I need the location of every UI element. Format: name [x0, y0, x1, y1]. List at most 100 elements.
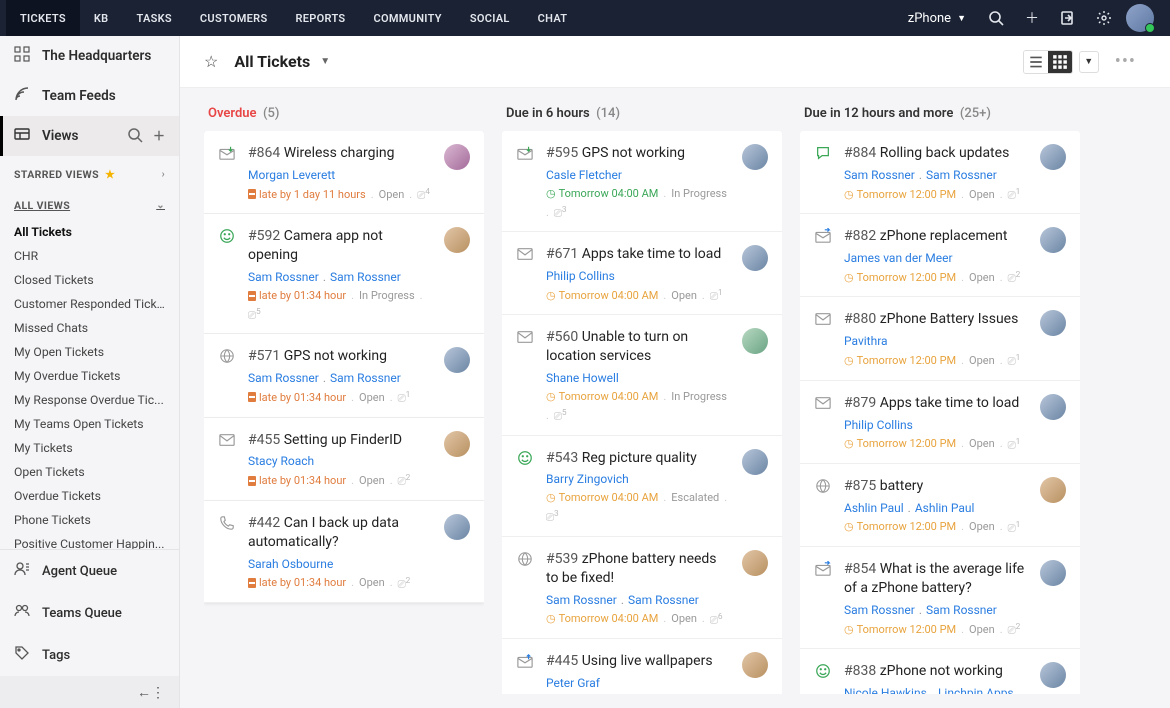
view-link[interactable]: My Overdue Tickets — [0, 364, 179, 388]
nav-tasks[interactable]: TASKS — [122, 0, 185, 36]
person-link[interactable]: Shane Howell — [546, 371, 619, 385]
ticket-card[interactable]: #442 Can I back up data automatically? S… — [204, 501, 484, 603]
assignee-avatar[interactable] — [1040, 394, 1066, 420]
view-options-dd[interactable]: ▼ — [1079, 51, 1099, 73]
person-link[interactable]: Barry Zingovich — [546, 472, 629, 486]
view-link[interactable]: Missed Chats — [0, 316, 179, 340]
view-title-dropdown[interactable]: All Tickets ▼ — [234, 52, 330, 71]
assignee-avatar[interactable] — [742, 245, 768, 271]
view-link[interactable]: Customer Responded Tick... — [0, 292, 179, 316]
person-link[interactable]: Ashlin Paul — [844, 501, 904, 515]
person-link[interactable]: Sam Rossner — [628, 593, 699, 607]
column-body[interactable]: #884 Rolling back updates Sam Rossner.Sa… — [800, 131, 1080, 694]
view-link[interactable]: Phone Tickets — [0, 508, 179, 532]
starred-views-header[interactable]: STARRED VIEWS ★ › — [0, 156, 179, 187]
view-link[interactable]: My Open Tickets — [0, 340, 179, 364]
person-link[interactable]: Stacy Roach — [248, 454, 314, 468]
person-link[interactable]: Philip Collins — [844, 418, 913, 432]
nav-social[interactable]: SOCIAL — [456, 0, 524, 36]
assignee-avatar[interactable] — [444, 144, 470, 170]
view-link[interactable]: My Response Overdue Tic... — [0, 388, 179, 412]
ticket-card[interactable]: #864 Wireless charging Morgan Leverett l… — [204, 131, 484, 214]
sidebar-headquarters[interactable]: The Headquarters — [0, 36, 179, 76]
person-link[interactable]: Sam Rossner — [546, 593, 617, 607]
person-link[interactable]: Morgan Leverett — [248, 168, 335, 182]
all-views-header[interactable]: ALL VIEWS ⌄ — [0, 187, 179, 218]
sidebar-agent-queue[interactable]: Agent Queue — [0, 550, 179, 592]
assignee-avatar[interactable] — [1040, 560, 1066, 586]
assignee-avatar[interactable] — [1040, 477, 1066, 503]
star-view-icon[interactable]: ☆ — [204, 52, 218, 71]
person-link[interactable]: Sam Rossner — [844, 168, 915, 182]
ticket-card[interactable]: #875 battery Ashlin Paul.Ashlin Paul ◷To… — [800, 464, 1080, 547]
view-link[interactable]: CHR — [0, 244, 179, 268]
person-link[interactable]: Ashlin Paul — [915, 501, 975, 515]
ticket-card[interactable]: #838 zPhone not working Nicole Hawkins.L… — [800, 649, 1080, 694]
view-link[interactable]: All Tickets — [0, 220, 179, 244]
assignee-avatar[interactable] — [1040, 662, 1066, 688]
assignee-avatar[interactable] — [444, 514, 470, 540]
view-link[interactable]: Closed Tickets — [0, 268, 179, 292]
view-link[interactable]: Overdue Tickets — [0, 484, 179, 508]
person-link[interactable]: Sam Rossner — [330, 270, 401, 284]
ticket-card[interactable]: #882 zPhone replacement James van der Me… — [800, 214, 1080, 297]
sidebar-team-feeds[interactable]: Team Feeds — [0, 76, 179, 116]
ticket-card[interactable]: #879 Apps take time to load Philip Colli… — [800, 381, 1080, 464]
assignee-avatar[interactable] — [742, 449, 768, 475]
column-body[interactable]: #864 Wireless charging Morgan Leverett l… — [204, 131, 484, 694]
list-view-btn[interactable] — [1024, 51, 1048, 73]
assignee-avatar[interactable] — [742, 550, 768, 576]
person-link[interactable]: Sam Rossner — [248, 270, 319, 284]
ticket-card[interactable]: #560 Unable to turn on location services… — [502, 315, 782, 435]
person-link[interactable]: Linchpin Apps — [938, 686, 1014, 694]
person-link[interactable]: Sam Rossner — [330, 371, 401, 385]
board-view-btn[interactable] — [1048, 51, 1072, 73]
person-link[interactable]: Peter Graf — [546, 676, 600, 690]
assignee-avatar[interactable] — [742, 652, 768, 678]
ticket-card[interactable]: #884 Rolling back updates Sam Rossner.Sa… — [800, 131, 1080, 214]
external-icon[interactable] — [1054, 4, 1082, 32]
plus-icon[interactable]: ＋ — [153, 127, 165, 146]
person-link[interactable]: Nicole Hawkins — [844, 686, 927, 694]
nav-community[interactable]: COMMUNITY — [359, 0, 455, 36]
ticket-card[interactable]: #445 Using live wallpapers Peter Graf ◷T… — [502, 639, 782, 694]
gear-icon[interactable] — [1090, 4, 1118, 32]
person-link[interactable]: James van der Meer — [844, 251, 953, 265]
assignee-avatar[interactable] — [444, 431, 470, 457]
assignee-avatar[interactable] — [444, 227, 470, 253]
ticket-card[interactable]: #539 zPhone battery needs to be fixed! S… — [502, 537, 782, 639]
person-link[interactable]: Sam Rossner — [926, 603, 997, 617]
sidebar-views[interactable]: Views ＋ — [0, 116, 179, 156]
view-link[interactable]: Open Tickets — [0, 460, 179, 484]
search-icon[interactable] — [127, 127, 143, 146]
person-link[interactable]: Pavithra — [844, 334, 888, 348]
nav-kb[interactable]: KB — [80, 0, 123, 36]
ticket-card[interactable]: #455 Setting up FinderID Stacy Roach lat… — [204, 418, 484, 501]
search-icon[interactable] — [982, 4, 1010, 32]
collapse-sidebar[interactable]: ←⋮ — [0, 676, 179, 708]
person-link[interactable]: Sam Rossner — [248, 371, 319, 385]
ticket-card[interactable]: #854 What is the average life of a zPhon… — [800, 547, 1080, 649]
person-link[interactable]: Casle Fletcher — [546, 168, 622, 182]
view-link[interactable]: My Tickets — [0, 436, 179, 460]
nav-chat[interactable]: CHAT — [524, 0, 582, 36]
ticket-card[interactable]: #880 zPhone Battery Issues Pavithra ◷Tom… — [800, 297, 1080, 380]
ticket-card[interactable]: #592 Camera app not opening Sam Rossner.… — [204, 214, 484, 334]
view-link[interactable]: Positive Customer Happin... — [0, 532, 179, 549]
person-link[interactable]: Philip Collins — [546, 269, 615, 283]
assignee-avatar[interactable] — [1040, 227, 1066, 253]
assignee-avatar[interactable] — [1040, 144, 1066, 170]
column-body[interactable]: #595 GPS not working Casle Fletcher ◷Tom… — [502, 131, 782, 694]
workspace-dropdown[interactable]: zPhone ▼ — [900, 11, 974, 26]
more-icon[interactable]: ••• — [1105, 51, 1146, 72]
sidebar-tags[interactable]: Tags — [0, 634, 179, 676]
assignee-avatar[interactable] — [742, 144, 768, 170]
person-link[interactable]: Sarah Osbourne — [248, 557, 333, 571]
plus-icon[interactable]: ＋ — [1018, 4, 1046, 32]
nav-reports[interactable]: REPORTS — [281, 0, 359, 36]
person-link[interactable]: Sam Rossner — [926, 168, 997, 182]
user-avatar[interactable] — [1126, 4, 1154, 32]
ticket-card[interactable]: #595 GPS not working Casle Fletcher ◷Tom… — [502, 131, 782, 232]
assignee-avatar[interactable] — [444, 347, 470, 373]
view-link[interactable]: My Teams Open Tickets — [0, 412, 179, 436]
